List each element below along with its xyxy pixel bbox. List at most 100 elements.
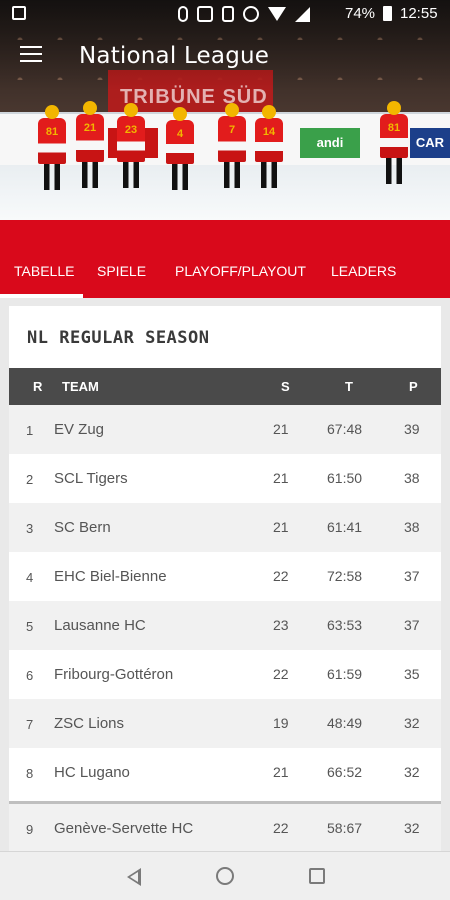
table-row[interactable]: 5 Lausanne HC 23 63:53 37: [9, 601, 441, 650]
rank: 3: [26, 521, 34, 536]
points: 32: [404, 820, 420, 836]
status-bar: 74% 12:55: [0, 0, 450, 28]
points: 32: [404, 764, 420, 780]
nfc-icon: [197, 6, 213, 22]
rank: 1: [26, 423, 34, 438]
rank: 5: [26, 619, 34, 634]
goals: 66:52: [327, 764, 363, 780]
table-row[interactable]: 9 Genève-Servette HC 22 58:67 32: [9, 801, 441, 851]
player-number: 23: [124, 124, 138, 136]
team-name: Lausanne HC: [54, 617, 146, 634]
standings-title: NL REGULAR SEASON: [27, 328, 210, 348]
menu-icon[interactable]: [20, 46, 42, 64]
rank: 8: [26, 766, 34, 781]
player-number: 7: [228, 124, 236, 136]
goals: 61:59: [327, 666, 363, 682]
player-number: 14: [262, 126, 276, 138]
player-number: 81: [387, 122, 401, 134]
column-header-s[interactable]: S: [281, 379, 290, 394]
tab-bar: [0, 220, 450, 298]
player-figure: 81: [380, 101, 408, 184]
points: 37: [404, 568, 420, 584]
player-figure: 4: [166, 107, 194, 190]
team-name: Fribourg-Gottéron: [54, 666, 174, 683]
page-title: National League: [79, 43, 270, 69]
goals: 63:53: [327, 617, 363, 633]
standings-card: NL REGULAR SEASON R TEAM S T P 1 EV Zug …: [9, 306, 441, 851]
player-number: 21: [83, 122, 97, 134]
goals: 48:49: [327, 715, 363, 731]
rank: 2: [26, 472, 34, 487]
recents-icon[interactable]: [309, 868, 325, 884]
hero-image: TRIBÜNE SÜD NC andi CAR 81 21 23 4 7 14 …: [0, 0, 450, 220]
table-row[interactable]: 4 EHC Biel-Bienne 22 72:58 37: [9, 552, 441, 601]
team-name: HC Lugano: [54, 764, 130, 781]
points: 32: [404, 715, 420, 731]
board-ad: CAR: [410, 128, 450, 158]
goals: 61:41: [327, 519, 363, 535]
goals: 58:67: [327, 820, 363, 836]
points: 38: [404, 519, 420, 535]
table-row[interactable]: 7 ZSC Lions 19 48:49 32: [9, 699, 441, 748]
rank: 4: [26, 570, 34, 585]
bluetooth-icon: [178, 6, 188, 22]
tab-indicator: [0, 294, 83, 298]
image-notification-icon: [12, 6, 26, 20]
home-icon[interactable]: [216, 867, 234, 885]
team-name: ZSC Lions: [54, 715, 125, 732]
table-header: R TEAM S T P: [9, 368, 441, 405]
vibrate-icon: [222, 6, 234, 22]
column-header-t[interactable]: T: [345, 379, 353, 394]
points: 39: [404, 421, 420, 437]
team-name: Genève-Servette HC: [54, 820, 194, 837]
back-icon[interactable]: [127, 868, 141, 886]
player-figure: 21: [76, 101, 104, 188]
team-name: EV Zug: [54, 421, 105, 438]
table-row[interactable]: 8 HC Lugano 21 66:52 32: [9, 748, 441, 797]
player-figure: 81: [38, 105, 66, 190]
table-row[interactable]: 3 SC Bern 21 61:41 38: [9, 503, 441, 552]
games-played: 19: [273, 715, 289, 731]
tab-playoff-playout[interactable]: PLAYOFF/PLAYOUT: [175, 263, 306, 279]
column-header-team[interactable]: TEAM: [62, 379, 99, 394]
rank: 9: [26, 822, 34, 837]
player-figure: 23: [117, 103, 145, 188]
wifi-icon: [268, 7, 286, 21]
system-nav-bar: [0, 851, 450, 900]
games-played: 21: [273, 421, 289, 437]
column-header-rank[interactable]: R: [33, 379, 42, 394]
battery-percent: 74%: [345, 5, 376, 22]
tab-tabelle[interactable]: TABELLE: [14, 263, 74, 279]
player-figure: 7: [218, 103, 246, 188]
column-header-p[interactable]: P: [409, 379, 418, 394]
games-played: 23: [273, 617, 289, 633]
table-row[interactable]: 1 EV Zug 21 67:48 39: [9, 405, 441, 454]
rank: 6: [26, 668, 34, 683]
team-name: SCL Tigers: [54, 470, 128, 487]
status-icons: [178, 6, 310, 22]
team-name: EHC Biel-Bienne: [54, 568, 167, 585]
points: 37: [404, 617, 420, 633]
games-played: 21: [273, 764, 289, 780]
goals: 67:48: [327, 421, 363, 437]
alarm-icon: [243, 6, 259, 22]
player-number: 4: [176, 128, 184, 140]
tab-leaders[interactable]: LEADERS: [331, 263, 396, 279]
battery-icon: [383, 6, 392, 21]
rank: 7: [26, 717, 34, 732]
games-played: 22: [273, 820, 289, 836]
games-played: 21: [273, 470, 289, 486]
points: 38: [404, 470, 420, 486]
games-played: 22: [273, 568, 289, 584]
signal-icon: [295, 6, 310, 22]
player-number: 81: [45, 126, 59, 138]
board-ad: andi: [300, 128, 360, 158]
games-played: 22: [273, 666, 289, 682]
table-row[interactable]: 6 Fribourg-Gottéron 22 61:59 35: [9, 650, 441, 699]
team-name: SC Bern: [54, 519, 111, 536]
points: 35: [404, 666, 420, 682]
goals: 61:50: [327, 470, 363, 486]
tab-spiele[interactable]: SPIELE: [97, 263, 146, 279]
games-played: 21: [273, 519, 289, 535]
table-row[interactable]: 2 SCL Tigers 21 61:50 38: [9, 454, 441, 503]
